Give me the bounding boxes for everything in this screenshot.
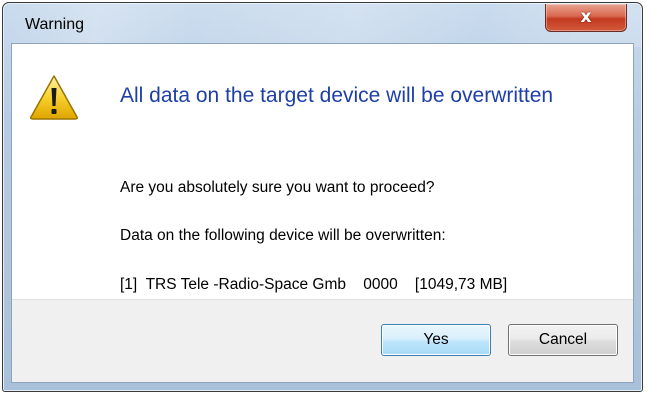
device-entry: [1] TRS Tele -Radio-Space Gmb 0000 [1049… (120, 276, 508, 293)
close-icon: x (580, 7, 592, 27)
close-button[interactable]: x (545, 4, 627, 32)
button-bar: Yes Cancel (12, 299, 633, 382)
dialog-content: All data on the target device will be ov… (12, 44, 633, 306)
window-title: Warning (25, 16, 84, 33)
device-list-intro: Data on the following device will be ove… (120, 227, 446, 244)
title-bar[interactable]: Warning x (3, 3, 642, 43)
main-instruction: All data on the target device will be ov… (120, 84, 554, 107)
warning-dialog-window: Warning x All data on the target device … (2, 2, 643, 392)
yes-button[interactable]: Yes (381, 324, 491, 356)
confirmation-question: Are you absolutely sure you want to proc… (120, 179, 435, 196)
warning-icon (30, 75, 78, 120)
cancel-button[interactable]: Cancel (508, 324, 618, 356)
dialog-client-area: All data on the target device will be ov… (11, 43, 634, 383)
